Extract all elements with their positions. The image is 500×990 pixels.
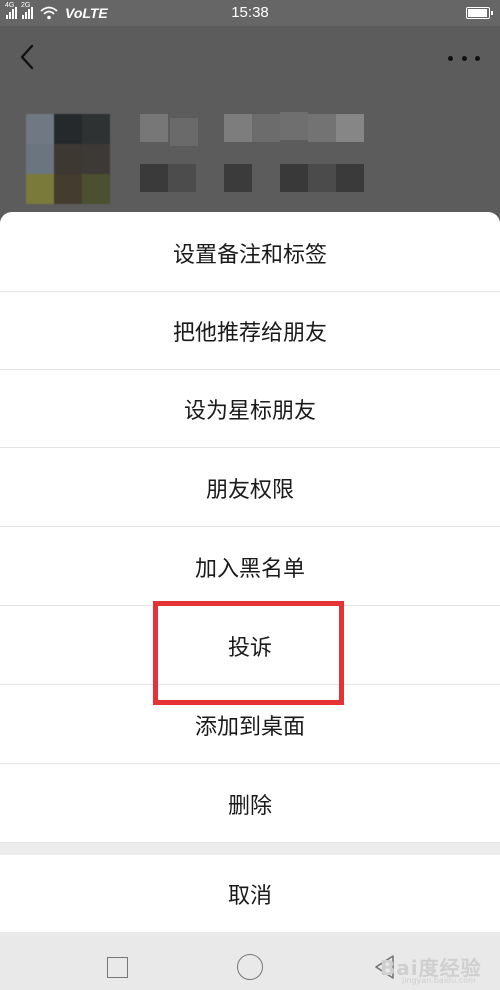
profile-name-blurred: [128, 110, 368, 220]
add-to-blacklist-item[interactable]: 加入黑名单: [0, 528, 500, 606]
battery-icon: [466, 7, 493, 19]
profile-area: [0, 88, 500, 228]
avatar: [26, 114, 110, 204]
chevron-left-icon[interactable]: [14, 42, 42, 72]
friend-permissions-item[interactable]: 朋友权限: [0, 449, 500, 527]
set-remark-and-tag-item[interactable]: 设置备注和标签: [0, 214, 500, 292]
recommend-to-friend-item[interactable]: 把他推荐给朋友: [0, 292, 500, 370]
nav-bar: Bai度经验 jingyan.baidu.com: [0, 932, 500, 990]
delete-item[interactable]: 删除: [0, 765, 500, 843]
status-time: 15:38: [231, 4, 269, 21]
sheet-divider-gap: [0, 843, 500, 855]
status-bar: 4G 2G VoLTE 15:38: [0, 0, 500, 26]
action-sheet: 设置备注和标签 把他推荐给朋友 设为星标朋友 朋友权限 加入黑名单 投诉 添加到…: [0, 212, 500, 932]
more-horizontal-icon[interactable]: [448, 48, 480, 68]
report-item[interactable]: 投诉: [0, 607, 500, 685]
recent-apps-icon[interactable]: [107, 957, 128, 978]
cancel-button[interactable]: 取消: [0, 855, 500, 932]
watermark-subtext: jingyan.baidu.com: [402, 976, 476, 985]
add-to-desktop-item[interactable]: 添加到桌面: [0, 686, 500, 764]
star-friend-item[interactable]: 设为星标朋友: [0, 370, 500, 448]
home-icon[interactable]: [237, 954, 263, 980]
header-bar: [0, 26, 500, 88]
